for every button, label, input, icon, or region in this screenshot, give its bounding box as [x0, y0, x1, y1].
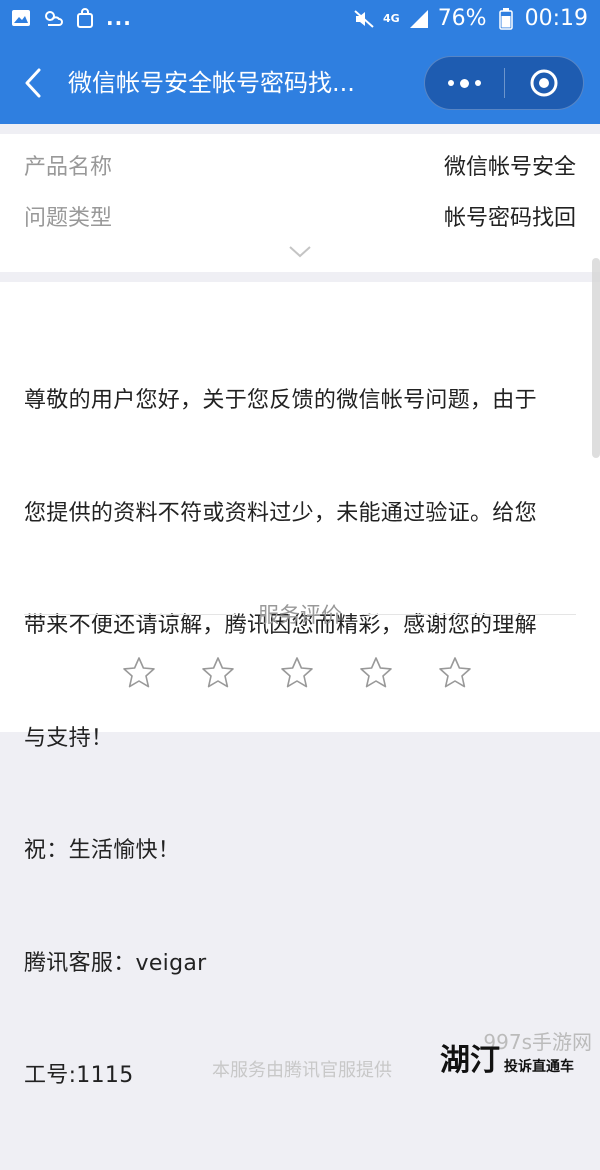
- rating-title: 服务评价: [258, 603, 342, 627]
- weather-icon: [42, 8, 64, 28]
- footer-text: 本服务由腾讯官服提供: [212, 1060, 392, 1081]
- star-1-icon[interactable]: [122, 656, 156, 690]
- more-menu-button[interactable]: [425, 57, 504, 109]
- rating-header: 服务评价: [24, 598, 576, 630]
- product-name-label: 产品名称: [24, 155, 113, 180]
- ticket-info-card: 产品名称 微信帐号安全 问题类型 帐号密码找回: [0, 134, 600, 272]
- message-line: 尊敬的用户您好，关于您反馈的微信帐号问题，由于: [24, 388, 537, 413]
- target-icon: [530, 69, 558, 97]
- clock: 00:19: [524, 6, 588, 31]
- star-3-icon[interactable]: [280, 656, 314, 690]
- chevron-left-icon: [25, 68, 41, 98]
- complaint-badge: 湖汀 投诉直通车: [440, 1046, 574, 1076]
- mute-icon: [353, 9, 375, 29]
- star-5-icon[interactable]: [438, 656, 472, 690]
- mini-program-capsule: [424, 56, 584, 110]
- battery-percent: 76%: [437, 6, 487, 31]
- nav-bar: 微信帐号安全帐号密码找...: [0, 42, 600, 124]
- status-bar: ... 4G 76% 00:19: [0, 0, 600, 42]
- star-2-icon[interactable]: [201, 656, 235, 690]
- info-row-product: 产品名称 微信帐号安全: [24, 152, 576, 184]
- shopping-bag-icon: [74, 8, 96, 28]
- more-dots-icon: [447, 78, 481, 88]
- signal-icon: [408, 9, 430, 29]
- page-title: 微信帐号安全帐号密码找...: [68, 69, 355, 97]
- message-line: 与支持！: [24, 725, 114, 751]
- message-line: 祝：生活愉快！: [24, 838, 181, 863]
- message-line: 腾讯客服：veigar: [24, 950, 207, 976]
- product-name-value: 微信帐号安全: [443, 155, 576, 180]
- reply-message-card: 尊敬的用户您好，关于您反馈的微信帐号问题，由于 您提供的资料不符或资料过少，未能…: [0, 282, 600, 1088]
- issue-type-label: 问题类型: [24, 206, 113, 231]
- battery-icon: [495, 7, 517, 30]
- scrollbar[interactable]: [592, 258, 600, 458]
- divider-right: [364, 613, 576, 615]
- message-line: 您提供的资料不符或资料过少，未能通过验证。给您: [24, 500, 537, 526]
- issue-type-value: 帐号密码找回: [443, 206, 576, 231]
- chevron-down-icon[interactable]: [288, 244, 312, 260]
- divider-left: [24, 613, 236, 615]
- badge-logo: 湖汀: [440, 1043, 500, 1078]
- image-icon: [10, 8, 32, 28]
- more-notifications: ...: [106, 6, 132, 30]
- status-bar-right: 4G 76% 00:19: [353, 6, 588, 31]
- status-bar-left: ...: [10, 8, 132, 28]
- star-4-icon[interactable]: [359, 656, 393, 690]
- badge-text: 投诉直通车: [504, 1059, 574, 1075]
- close-program-button[interactable]: [505, 57, 584, 109]
- star-rating: [122, 656, 472, 690]
- back-button[interactable]: [18, 64, 48, 102]
- network-type: 4G: [383, 12, 400, 25]
- info-row-issue-type: 问题类型 帐号密码找回: [24, 203, 576, 235]
